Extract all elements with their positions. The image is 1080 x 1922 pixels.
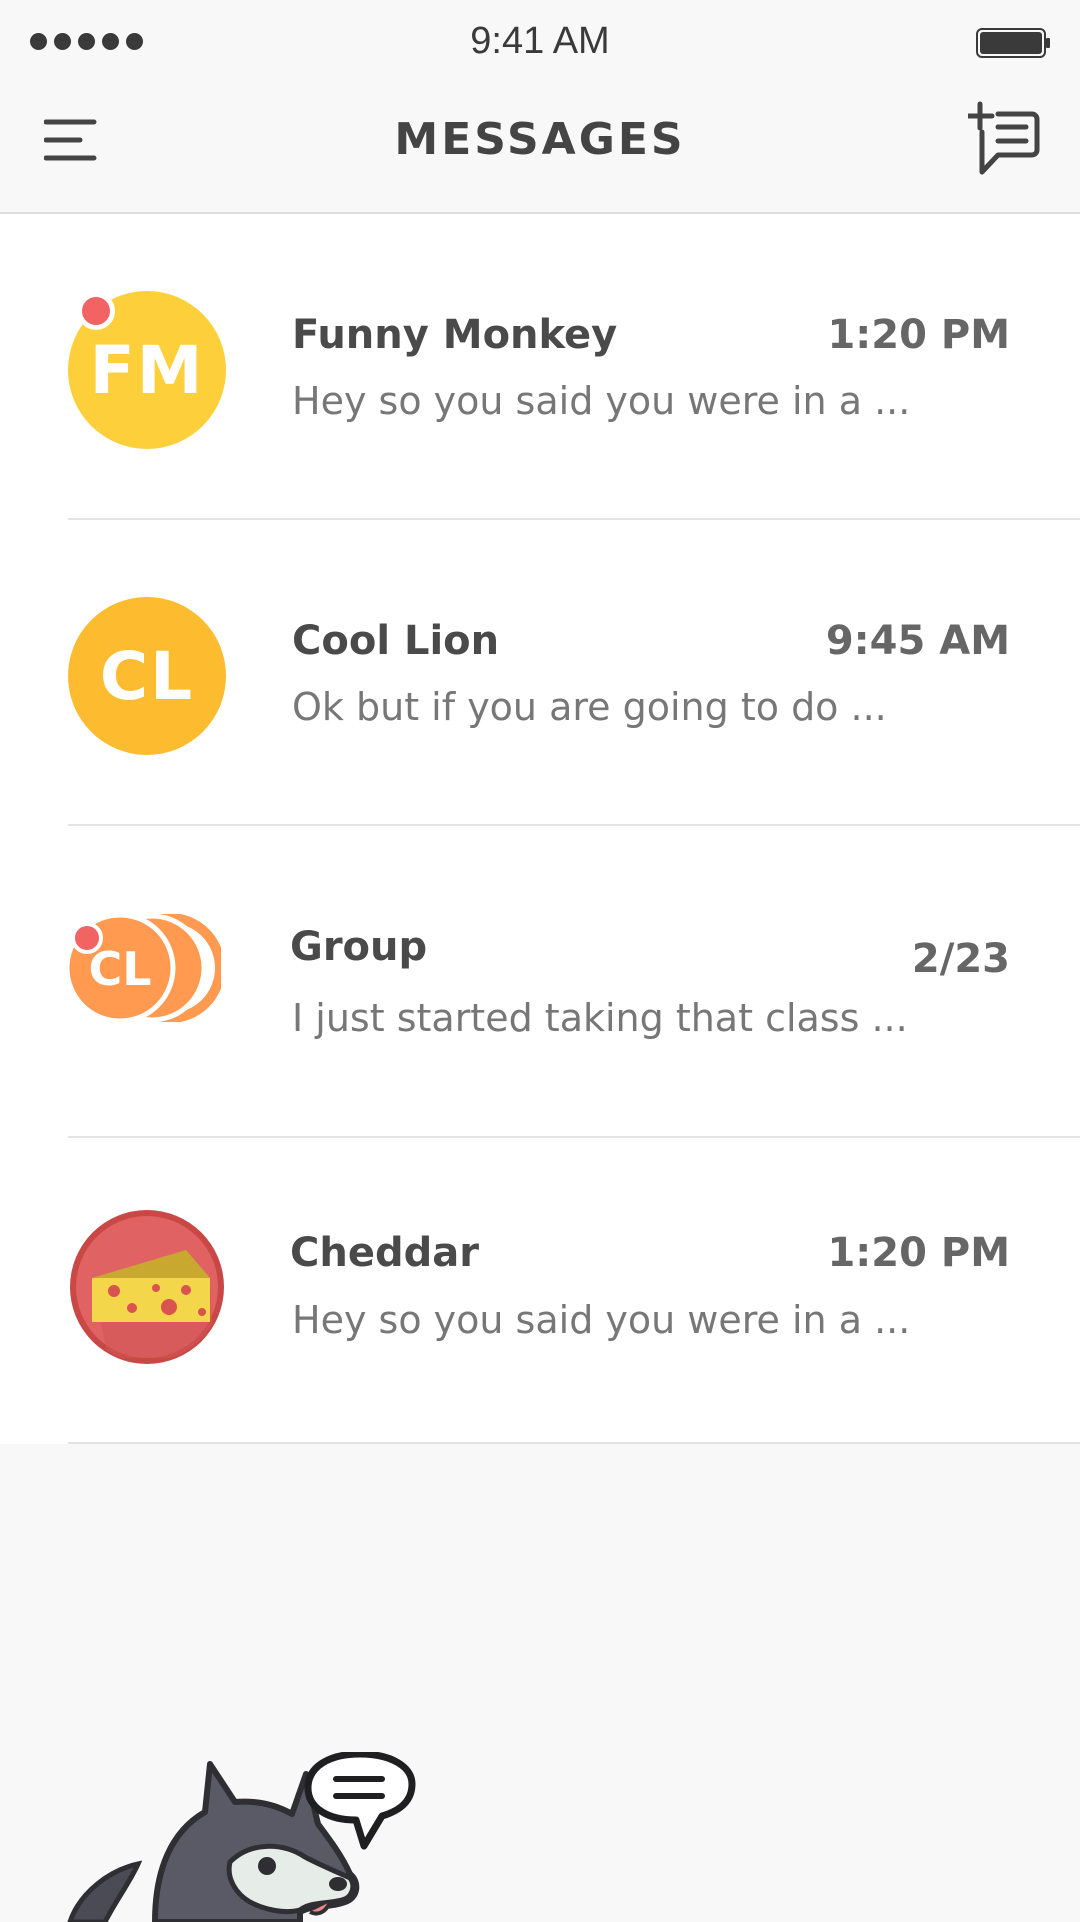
avatar-cheddar: [70, 1210, 224, 1364]
conversation-row-funny-monkey[interactable]: FM Funny Monkey 1:20 PM Hey so you said …: [0, 214, 1080, 520]
message-preview: Ok but if you are going to do ...: [292, 685, 887, 729]
unread-indicator: [71, 922, 103, 954]
message-preview: I just started taking that class ...: [292, 996, 908, 1040]
avatar-initials: CL: [99, 637, 195, 715]
conversation-time: 1:20 PM: [827, 1230, 1010, 1276]
row-divider: [68, 1442, 1080, 1444]
conversation-name: Cheddar: [290, 1230, 479, 1276]
header-bar: MESSAGES: [0, 86, 1080, 214]
conversation-row-cool-lion[interactable]: CL Cool Lion 9:45 AM Ok but if you are g…: [0, 520, 1080, 826]
avatar-initials: FM: [89, 331, 205, 409]
battery-icon: [976, 28, 1050, 58]
conversation-time: 9:45 AM: [825, 618, 1010, 664]
new-message-button[interactable]: [965, 100, 1040, 178]
conversation-list: FM Funny Monkey 1:20 PM Hey so you said …: [0, 214, 1080, 1444]
conversation-time: 1:20 PM: [827, 312, 1010, 358]
new-message-icon: [965, 101, 1040, 175]
status-time: 9:41 AM: [470, 20, 610, 62]
conversation-time: 2/23: [911, 936, 1010, 982]
unread-indicator: [77, 292, 115, 330]
status-bar: 9:41 AM: [0, 0, 1080, 86]
conversation-name: Cool Lion: [292, 618, 500, 664]
page-title: MESSAGES: [394, 114, 686, 165]
conversation-row-cheddar[interactable]: Cheddar 1:20 PM Hey so you said you were…: [0, 1138, 1080, 1444]
conversation-name: Group: [290, 924, 428, 970]
conversation-name: Funny Monkey: [292, 312, 618, 358]
conversation-row-group[interactable]: CL Group 2/23 I just started taking that…: [0, 826, 1080, 1138]
message-preview: Hey so you said you were in a ...: [292, 1298, 911, 1342]
husky-mascot-icon: [67, 1752, 416, 1922]
message-preview: Hey so you said you were in a ...: [292, 379, 911, 423]
avatar-cl: CL: [68, 597, 226, 755]
